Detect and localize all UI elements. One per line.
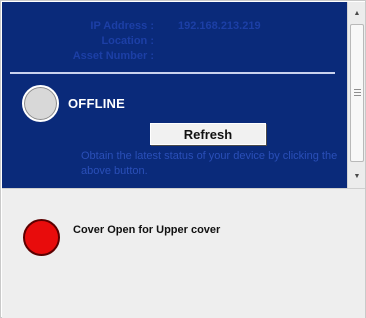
asset-number-label: Asset Number : [72,50,154,62]
scroll-thumb[interactable] [350,24,364,162]
divider [10,72,335,74]
alert-message: Cover Open for Upper cover [73,224,221,236]
ip-address-row: IP Address : 192.168.213.219 [2,20,347,34]
alerts-panel: Cover Open for Upper cover [2,188,365,318]
grip-icon [354,89,361,97]
vertical-scrollbar[interactable]: ▲ ▼ [347,2,365,188]
scroll-down-arrow-icon[interactable]: ▼ [348,167,366,185]
asset-number-row: Asset Number : [2,50,347,64]
device-status-panel: IP Address : 192.168.213.219 Location : … [2,2,347,188]
scroll-up-arrow-icon[interactable]: ▲ [348,4,366,22]
status-circle-icon [22,85,59,122]
ip-address-label: IP Address : [90,20,154,32]
status-text: OFFLINE [68,96,126,111]
ip-address-value: 192.168.213.219 [178,20,261,32]
refresh-button[interactable]: Refresh [150,123,266,145]
printer-status-window: IP Address : 192.168.213.219 Location : … [0,0,366,318]
location-row: Location : [2,35,347,49]
alert-circle-icon [23,219,60,256]
refresh-hint: Obtain the latest status of your device … [81,150,338,177]
location-label: Location : [101,35,154,47]
